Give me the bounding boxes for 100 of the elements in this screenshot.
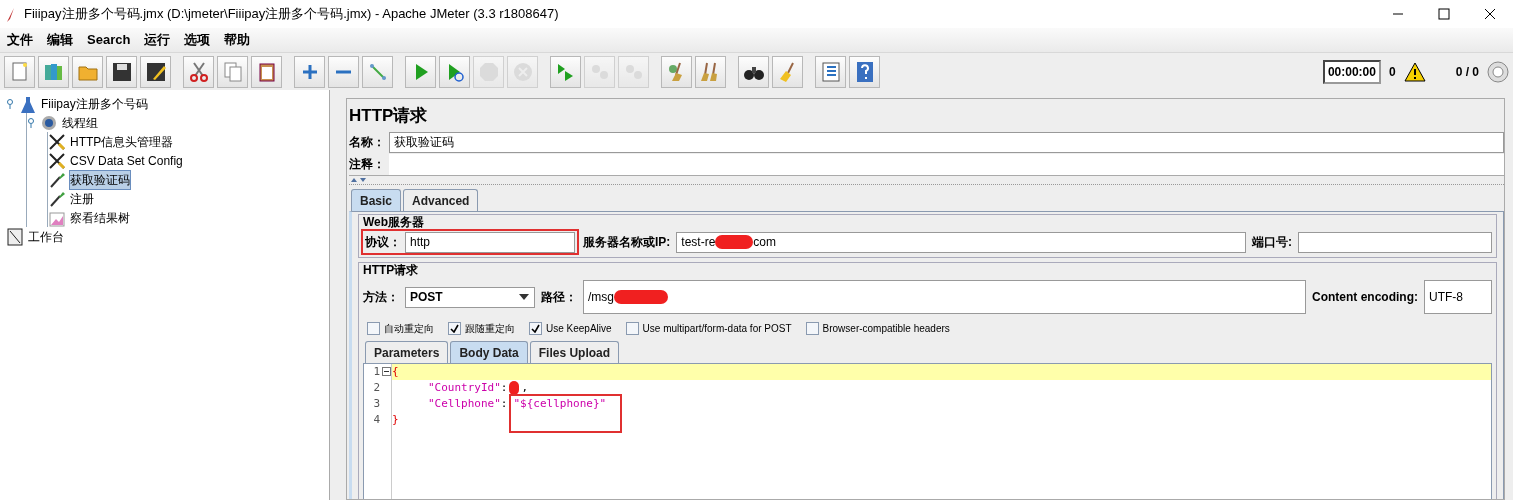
- menu-item[interactable]: 编辑: [47, 30, 73, 50]
- tree-item[interactable]: 注册: [69, 188, 95, 209]
- code-token: }: [392, 411, 399, 428]
- tab[interactable]: Files Upload: [529, 341, 620, 363]
- remote-icon[interactable]: [1487, 60, 1509, 83]
- port-field[interactable]: [1298, 231, 1492, 253]
- thread-count: 0 / 0: [1455, 63, 1479, 81]
- field-label: 方法：: [363, 289, 399, 306]
- field-label: 名称：: [349, 134, 385, 151]
- play-button[interactable]: [405, 55, 436, 88]
- checkbox[interactable]: [367, 321, 380, 335]
- dropdown-arrow-icon: [518, 293, 530, 301]
- flask-icon: [19, 94, 37, 113]
- tab[interactable]: Basic: [351, 189, 402, 211]
- panel-title: HTTP请求: [349, 105, 429, 128]
- checkbox[interactable]: [625, 321, 639, 335]
- code-token: :: [500, 379, 508, 396]
- field-label: 路径：: [541, 289, 577, 306]
- menu-item[interactable]: 运行: [144, 30, 171, 50]
- close-icon[interactable]: [1484, 8, 1496, 20]
- field-label: 服务器名称或IP:: [583, 234, 671, 251]
- field-label: 协议：: [365, 234, 401, 251]
- minus-button[interactable]: [328, 55, 359, 88]
- pipette-icon: [48, 170, 66, 189]
- group-title: Web服务器: [363, 214, 426, 231]
- redaction-mark: [509, 381, 520, 395]
- list-button[interactable]: [815, 55, 846, 88]
- play-button[interactable]: [439, 55, 470, 88]
- pipette-icon: [48, 189, 66, 208]
- method-select[interactable]: POST: [405, 286, 535, 308]
- tree-item[interactable]: 线程组: [61, 112, 99, 133]
- help-button[interactable]: [849, 55, 880, 88]
- code-token: "CountryId": [428, 379, 501, 396]
- plus-button[interactable]: [294, 55, 325, 88]
- play-button[interactable]: [550, 55, 581, 88]
- checkbox[interactable]: [448, 321, 461, 335]
- notepad-icon: [6, 227, 24, 246]
- tree-item[interactable]: 获取验证码: [69, 169, 131, 190]
- probe-button[interactable]: [362, 55, 393, 88]
- checkbox[interactable]: [529, 321, 542, 335]
- code-token: ,: [521, 379, 529, 396]
- field-label: Content encoding:: [1312, 289, 1418, 306]
- window-title: Fiiipay注册多个号码.jmx (D:\jmeter\Fiiipay注册多个号码.jmx) - Apache JMeter (3.3 r1808647): [24, 5, 559, 24]
- document-button[interactable]: [4, 55, 35, 88]
- floppy-button[interactable]: [106, 55, 137, 88]
- minus-icon: [336, 69, 351, 74]
- tree-item[interactable]: CSV Data Set Config: [69, 150, 184, 171]
- field-label: 注释：: [349, 156, 385, 173]
- tab[interactable]: Advanced: [403, 189, 479, 211]
- copy-icon: [221, 60, 244, 83]
- maximize-icon[interactable]: [1438, 8, 1450, 20]
- menu-item[interactable]: 选项: [184, 30, 211, 50]
- tree-item[interactable]: 察看结果树: [69, 207, 131, 228]
- code-token: "Cellphone": [428, 395, 501, 412]
- clipboard-button[interactable]: [251, 55, 282, 88]
- checkbox-label: Use multipart/form-data for POST: [642, 321, 792, 336]
- menu-item[interactable]: 帮助: [224, 30, 251, 50]
- line-number: 1: [373, 363, 380, 380]
- floppy-pencil-button[interactable]: [140, 55, 171, 88]
- tab[interactable]: Parameters: [365, 341, 449, 363]
- tools-icon: [48, 132, 66, 151]
- tree-item[interactable]: HTTP信息头管理器: [69, 131, 175, 152]
- tree-item[interactable]: Fiiipay注册多个号码: [40, 93, 149, 114]
- host-field[interactable]: test-re com: [676, 231, 1246, 253]
- error-count: 0: [1388, 63, 1396, 81]
- checkbox[interactable]: [805, 321, 819, 335]
- timer-display: 00:00:00: [1322, 59, 1381, 84]
- group-title: HTTP请求: [363, 262, 420, 279]
- close-icon: [511, 60, 534, 83]
- code-token: "${cellphone}": [511, 396, 621, 431]
- field-label: 端口号:: [1252, 234, 1292, 251]
- menu-item[interactable]: Search: [87, 30, 131, 50]
- floppy-pencil-icon: [144, 60, 167, 83]
- stop-icon: [477, 60, 500, 83]
- brooms-button[interactable]: [695, 55, 726, 88]
- tools-icon: [48, 151, 66, 170]
- name-field[interactable]: 获取验证码: [389, 131, 1504, 153]
- checkbox-label: 自动重定向: [384, 321, 434, 336]
- protocol-field[interactable]: http: [405, 231, 575, 253]
- tree-item[interactable]: 工作台: [27, 226, 65, 247]
- menu-item[interactable]: 文件: [7, 30, 33, 50]
- binoculars-button[interactable]: [738, 55, 769, 88]
- scissors-button[interactable]: [183, 55, 214, 88]
- encoding-field[interactable]: UTF-8: [1424, 280, 1492, 314]
- books-button[interactable]: [38, 55, 69, 88]
- line-number: 2: [373, 379, 380, 396]
- checkbox-label: Use KeepAlive: [546, 321, 612, 336]
- gear-icon: [40, 113, 58, 132]
- tab[interactable]: Body Data: [450, 341, 528, 363]
- line-number: 3: [373, 395, 380, 412]
- comment-field[interactable]: [389, 153, 1504, 175]
- broom-button[interactable]: [661, 55, 692, 88]
- checkbox-label: 跟随重定向: [465, 321, 515, 336]
- warning-icon: [1403, 61, 1426, 82]
- line-number: 4: [373, 411, 380, 428]
- scissors-icon: [187, 60, 210, 83]
- floppy-icon: [110, 60, 133, 83]
- checkbox-label: Browser-compatible headers: [822, 321, 950, 336]
- splitter-handle[interactable]: [349, 177, 369, 183]
- path-field[interactable]: /msg: [583, 280, 1306, 314]
